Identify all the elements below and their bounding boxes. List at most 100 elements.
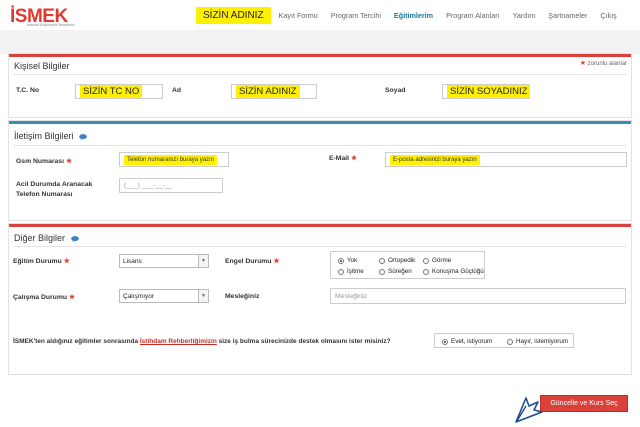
required-star-icon: ★ [63,258,70,265]
disability-radio-group: Yok Ortopedik Görme İşitme Süreğen Konuş… [330,251,485,279]
answer-no-label: Hayır, istemiyorum [516,338,569,345]
nav-yardim[interactable]: Yardım [513,11,536,20]
tc-input[interactable]: SİZİN TC NO [75,84,163,99]
nav-cikis[interactable]: Çıkış [600,11,616,20]
email-input[interactable]: E-posta adresinizi buraya yazın [385,152,627,167]
disability-option-label: Görme [432,257,452,264]
other-title-text: Diğer Bilgiler [14,233,66,243]
chat-bubble-icon[interactable] [70,235,79,242]
answer-yes-label: Evet, istiyorum [451,338,493,345]
nav-program-tercihi[interactable]: Program Tercihi [331,11,381,20]
gsm-label-text: Gsm Numarası [16,158,64,165]
email-label-text: E-Mail [329,155,350,162]
nav-egitimlerim[interactable]: Eğitimlerim [394,11,433,20]
gsm-value: Telefon numaranızı buraya yazın [124,154,218,165]
user-name-highlight: SİZİN ADINIZ [196,6,271,24]
personal-info-panel: Kişisel Bilgiler ★ zorunlu alanlar T.C. … [8,53,632,118]
disability-option-label: Ortopedik [388,257,416,264]
top-header: İSMEK İstanbul Büyükşehir Belediyesi SİZ… [0,0,640,30]
header-spacer [0,30,640,54]
disability-label: Engel Durumu ★ [225,257,280,265]
disability-option-konusma[interactable]: Konuşma Güçlüğü [423,268,484,275]
radio-icon [423,268,429,275]
chevron-down-icon: ▼ [198,290,208,302]
chevron-down-icon: ▼ [198,255,208,267]
disability-option-yok[interactable]: Yok [338,257,357,264]
radio-icon [507,338,513,345]
surname-input[interactable]: SİZİN SOYADINIZ [442,84,531,99]
work-status-label: Çalışma Durumu ★ [13,293,75,301]
other-info-panel: Diğer Bilgiler Eğitim Durumu ★ Lisans ▼ … [8,223,632,375]
emergency-phone-placeholder: (___) ___-__-__ [124,182,173,189]
personal-info-title: Kişisel Bilgiler [14,61,70,71]
disability-option-label: Yok [347,257,358,264]
main-nav: SİZİN ADINIZ Kayıt Formu Program Tercihi… [196,0,630,30]
logo-subtext: İstanbul Büyükşehir Belediyesi [27,23,75,27]
panel-divider [14,145,626,146]
profession-placeholder: Mesleğiniz [335,292,368,300]
cursor-arrow-icon [515,397,543,423]
required-note-text: zorunlu alanlar [587,61,627,67]
ismek-logo[interactable]: İSMEK İstanbul Büyükşehir Belediyesi [10,2,100,27]
tc-value: SİZİN TC NO [80,85,143,98]
profession-input[interactable]: Mesleğiniz [330,288,626,304]
emergency-label-line1: Acil Durumda Aranacak [16,181,93,188]
nav-sartnameler[interactable]: Şartnameler [548,11,587,20]
name-value: SİZİN ADINIZ [236,85,300,98]
education-label: Eğitim Durumu ★ [13,257,70,265]
email-value: E-posta adresinizi buraya yazın [390,154,480,165]
contact-title-text: İletişim Bilgileri [14,131,74,141]
required-fields-note: ★ zorunlu alanlar [580,59,627,67]
surname-value: SİZİN SOYADINIZ [447,85,531,98]
nav-kayit-formu[interactable]: Kayıt Formu [279,11,318,20]
employment-support-radio-group: Evet, istiyorum Hayır, istemiyorum [434,333,574,348]
profession-label: Mesleğiniz [225,293,260,300]
contact-info-title: İletişim Bilgileri [14,131,87,141]
education-label-text: Eğitim Durumu [13,258,62,265]
work-status-select[interactable]: Çalışmıyor ▼ [119,289,209,303]
contact-info-panel: İletişim Bilgileri Gsm Numarası ★ Telefo… [8,120,632,221]
panel-top-bar [9,54,631,57]
disability-option-label: Süreğen [388,268,412,275]
gsm-input[interactable]: Telefon numaranızı buraya yazın [119,152,229,167]
radio-selected-icon [442,338,448,345]
work-label-text: Çalışma Durumu [13,294,68,301]
answer-no[interactable]: Hayır, istemiyorum [507,338,568,345]
disability-option-gorme[interactable]: Görme [423,257,451,264]
required-star-icon: ★ [65,158,73,165]
employment-support-question: İSMEK'ten aldığınız eğitimler sonrasında… [13,338,391,345]
radio-icon [379,268,385,275]
other-info-title: Diğer Bilgiler [14,233,79,243]
work-value: Çalışmıyor [123,292,155,300]
answer-yes[interactable]: Evet, istiyorum [442,338,492,345]
tc-label: T.C. No [16,87,40,94]
panel-divider [14,74,626,75]
gsm-label: Gsm Numarası ★ [16,157,72,165]
update-and-select-course-button[interactable]: Güncelle ve Kurs Seç [540,395,628,412]
disability-option-label: Konuşma Güçlüğü [432,268,484,275]
name-label: Ad [172,87,182,94]
employment-guidance-link[interactable]: İstihdam Rehberliğimizin [140,338,217,345]
panel-divider [14,246,626,247]
nav-program-alanlari[interactable]: Program Alanları [446,11,500,20]
chat-bubble-icon[interactable] [79,133,87,140]
education-value: Lisans [123,257,142,265]
question-prefix: İSMEK'ten aldığınız eğitimler sonrasında [13,338,140,345]
question-suffix: size iş bulma sürecinizde destek olmasın… [216,338,391,345]
disability-option-isitme[interactable]: İşitme [338,268,364,275]
required-star-icon: ★ [579,60,586,67]
required-star-icon: ★ [68,294,76,301]
radio-icon [338,268,344,275]
name-input[interactable]: SİZİN ADINIZ [231,84,317,99]
required-star-icon: ★ [273,258,280,265]
email-label: E-Mail ★ [329,154,357,162]
disability-option-label: İşitme [347,268,364,275]
emergency-phone-input[interactable]: (___) ___-__-__ [119,178,223,193]
panel-top-bar [9,121,631,124]
emergency-phone-label: Acil Durumda Aranacak Telefon Numarası [16,180,92,200]
education-select[interactable]: Lisans ▼ [119,254,209,268]
disability-option-ortopedik[interactable]: Ortopedik [379,257,415,264]
required-star-icon: ★ [350,155,358,162]
panel-top-bar [9,224,631,227]
disability-option-suregen[interactable]: Süreğen [379,268,412,275]
